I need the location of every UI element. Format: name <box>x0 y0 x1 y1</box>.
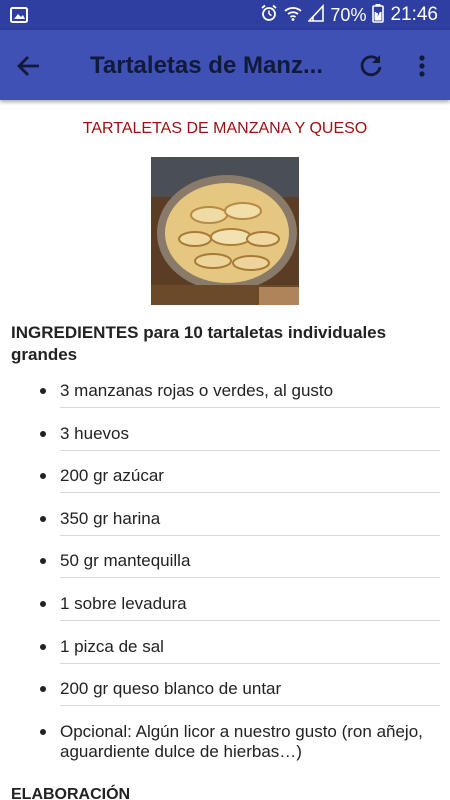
elaboration-heading: ELABORACIÓN <box>11 786 131 800</box>
battery-percent: 70% <box>330 4 367 25</box>
battery-icon <box>372 3 385 28</box>
refresh-icon[interactable] <box>356 51 386 81</box>
ingredient-text: 3 manzanas rojas o verdes, al gusto <box>60 381 334 400</box>
ingredients-list: 3 manzanas rojas o verdes, al gusto 3 hu… <box>0 375 450 776</box>
ingredient-text: 350 gr harina <box>60 508 161 528</box>
divider <box>60 407 440 408</box>
alarm-icon <box>260 4 278 27</box>
recipe-content: TARTALETAS DE MANZANA Y QUESO INGREDIENT… <box>0 100 450 800</box>
bullet-icon <box>40 686 46 693</box>
ingredient-text: 200 gr queso blanco de untar <box>60 679 282 699</box>
list-item: 200 gr azúcar <box>0 460 450 503</box>
list-item: 200 gr queso blanco de untar <box>0 673 450 716</box>
more-vert-icon[interactable] <box>412 51 432 81</box>
bullet-icon <box>40 388 46 394</box>
divider <box>60 492 440 494</box>
list-item: 3 manzanas rojas o verdes, al gusto <box>0 375 450 418</box>
wifi-icon <box>284 4 303 27</box>
bullet-icon <box>40 643 46 650</box>
bullet-icon <box>40 515 46 522</box>
divider <box>60 662 440 664</box>
app-bar: Tartaletas de Manz... <box>0 30 450 100</box>
list-item: 1 pizca de sal <box>0 631 450 674</box>
status-bar: 70% 21:46 <box>0 0 450 30</box>
signal-icon <box>307 3 325 27</box>
list-item: 3 huevos <box>0 418 450 461</box>
bullet-icon <box>40 728 46 735</box>
recipe-title: TARTALETAS DE MANZANA Y QUESO <box>82 120 368 137</box>
back-arrow-icon[interactable] <box>14 51 44 81</box>
ingredients-heading: INGREDIENTES para 10 tartaletas individu… <box>11 323 387 364</box>
divider <box>60 705 440 707</box>
recipe-photo <box>151 157 299 305</box>
ingredient-text: 3 huevos <box>60 423 129 443</box>
divider <box>60 449 440 451</box>
divider <box>60 577 440 579</box>
divider <box>60 619 440 621</box>
ingredient-text: 50 gr mantequilla <box>60 551 191 571</box>
bullet-icon <box>40 558 46 565</box>
ingredient-text: 1 pizca de sal <box>60 636 164 656</box>
page-title: Tartaletas de Manz... <box>90 52 323 79</box>
bullet-icon <box>40 430 46 437</box>
list-item: 350 gr harina <box>0 503 450 546</box>
list-item: 50 gr mantequilla <box>0 545 450 588</box>
ingredient-text: Opcional: Algún licor a nuestro gusto (r… <box>60 721 423 761</box>
status-time: 21:46 <box>390 4 438 25</box>
list-item: Opcional: Algún licor a nuestro gusto (r… <box>0 716 450 776</box>
ingredient-text: 200 gr azúcar <box>60 466 164 486</box>
ingredient-text: 1 sobre levadura <box>60 593 187 613</box>
image-icon <box>10 6 28 24</box>
divider <box>60 534 440 536</box>
bullet-icon <box>40 600 46 607</box>
bullet-icon <box>40 473 46 480</box>
list-item: 1 sobre levadura <box>0 588 450 631</box>
